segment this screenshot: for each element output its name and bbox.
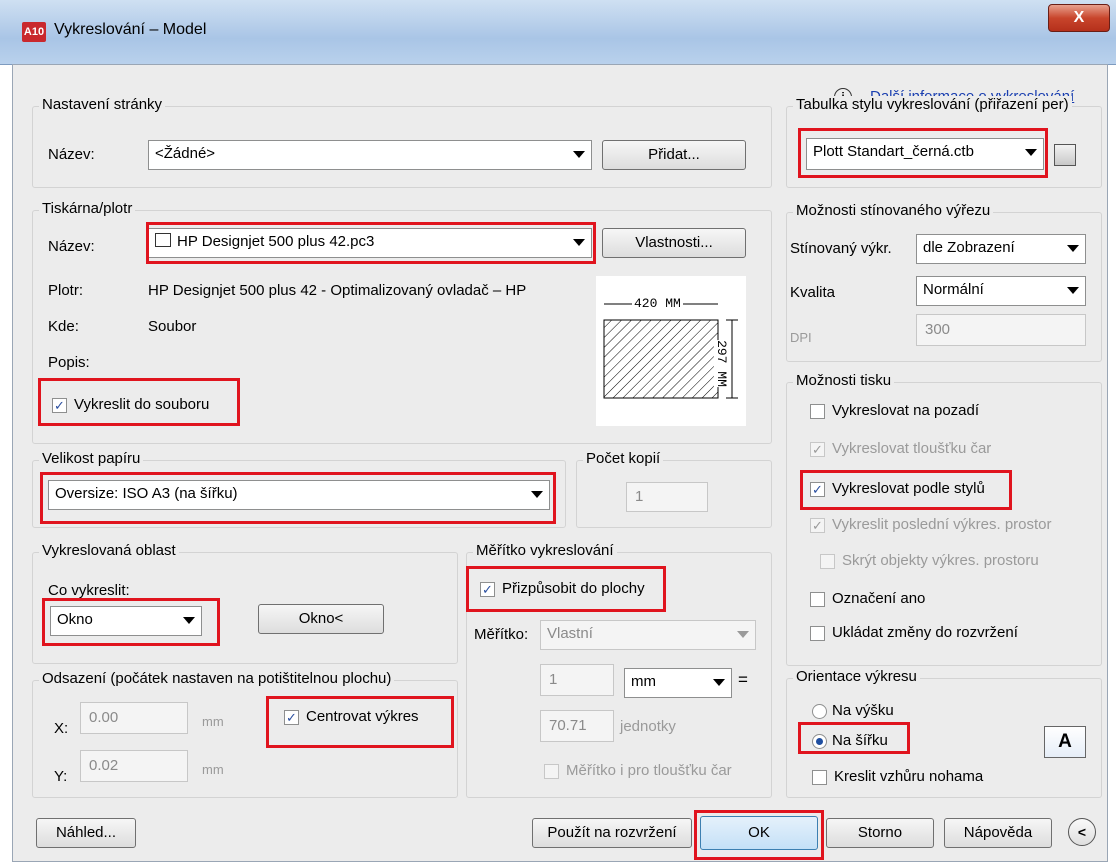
preview-height-label: 297 MM bbox=[713, 340, 729, 387]
orientation-label: Orientace výkresu bbox=[793, 668, 920, 685]
scale-value1-input[interactable]: 1 bbox=[540, 664, 614, 696]
hide-paperspace-objects-checkbox[interactable] bbox=[820, 554, 835, 569]
highlight-center-plot bbox=[266, 696, 454, 748]
units-label: jednotky bbox=[620, 718, 676, 735]
plot-option-label: Ukládat změny do rozvržení bbox=[832, 624, 1018, 641]
scale-lineweights-checkbox[interactable] bbox=[544, 764, 559, 779]
copies-label: Počet kopií bbox=[583, 450, 664, 467]
help-button[interactable]: Nápověda bbox=[944, 818, 1052, 848]
scale-value2-input[interactable]: 70.71 bbox=[540, 710, 614, 742]
chevron-down-icon bbox=[573, 151, 585, 158]
plot-option-label: Označení ano bbox=[832, 590, 926, 607]
scale-unit-select[interactable]: mm bbox=[624, 668, 732, 698]
offset-y-label: Y: bbox=[54, 768, 68, 785]
page-setup-label: Nastavení stránky bbox=[39, 96, 166, 113]
properties-button[interactable]: Vlastnosti... bbox=[602, 228, 746, 258]
plot-stamp-checkbox[interactable] bbox=[810, 592, 825, 607]
printer-label: Tiskárna/plotr bbox=[39, 200, 136, 217]
plotter-value: HP Designjet 500 plus 42 - Optimalizovan… bbox=[148, 282, 527, 299]
plot-scale-label: Měřítko vykreslování bbox=[473, 542, 617, 559]
highlight-plot-with-styles bbox=[800, 470, 1012, 510]
plot-background-checkbox[interactable] bbox=[810, 404, 825, 419]
plotter-label: Plotr: bbox=[48, 282, 84, 299]
what-to-plot-label: Co vykreslit: bbox=[48, 582, 130, 599]
upside-down-checkbox[interactable] bbox=[812, 770, 827, 785]
plot-option-label: Vykreslovat na pozadí bbox=[832, 402, 980, 419]
preview-button[interactable]: Náhled... bbox=[36, 818, 136, 848]
upside-down-label: Kreslit vzhůru nohama bbox=[834, 768, 984, 785]
close-button[interactable]: X bbox=[1048, 4, 1110, 32]
apply-to-layout-button[interactable]: Použít na rozvržení bbox=[532, 818, 692, 848]
quality-value: Normální bbox=[923, 281, 984, 298]
plot-option-label: Vykreslit poslední výkres. prostor bbox=[832, 516, 1052, 533]
quality-label: Kvalita bbox=[790, 284, 836, 301]
shade-plot-select[interactable]: dle Zobrazení bbox=[916, 234, 1086, 264]
shade-plot-label: Stínovaný výkr. bbox=[790, 240, 892, 257]
offset-x-input[interactable]: 0.00 bbox=[80, 702, 188, 734]
portrait-radio[interactable] bbox=[812, 704, 827, 719]
save-changes-to-layout-checkbox[interactable] bbox=[810, 626, 825, 641]
dpi-label: DPI bbox=[790, 330, 812, 345]
scale-unit-value: mm bbox=[631, 673, 656, 690]
highlight-plot-style bbox=[798, 128, 1048, 178]
shade-plot-value: dle Zobrazení bbox=[923, 239, 1015, 256]
scale-label: Měřítko: bbox=[474, 626, 529, 643]
offset-label: Odsazení (počátek nastaven na potištitel… bbox=[39, 670, 395, 687]
offset-y-input[interactable]: 0.02 bbox=[80, 750, 188, 782]
window-button[interactable]: Okno< bbox=[258, 604, 384, 634]
collapse-options-icon[interactable]: < bbox=[1068, 818, 1096, 846]
equals-sign: = bbox=[738, 670, 748, 689]
offset-x-unit: mm bbox=[202, 714, 224, 729]
plot-style-label: Tabulka stylu vykreslování (přiřazení pe… bbox=[793, 96, 1072, 113]
description-label: Popis: bbox=[48, 354, 90, 371]
edit-plot-style-icon[interactable] bbox=[1054, 144, 1076, 166]
highlight-fit-to-paper bbox=[466, 566, 666, 612]
plot-options-label: Možnosti tisku bbox=[793, 372, 895, 389]
app-icon: A10 bbox=[22, 22, 46, 42]
highlight-plot-to-file bbox=[38, 378, 240, 426]
plot-lineweights-checkbox[interactable]: ✓ bbox=[810, 442, 825, 457]
chevron-down-icon bbox=[1067, 287, 1079, 294]
offset-y-unit: mm bbox=[202, 762, 224, 777]
where-value: Soubor bbox=[148, 318, 197, 335]
highlight-printer-name bbox=[146, 222, 596, 264]
highlight-landscape bbox=[798, 722, 910, 754]
scale-value: Vlastní bbox=[547, 625, 593, 642]
scale-select[interactable]: Vlastní bbox=[540, 620, 756, 650]
highlight-ok-button bbox=[694, 810, 824, 860]
scale-lineweights-label: Měřítko i pro tloušťku čar bbox=[566, 762, 732, 779]
quality-select[interactable]: Normální bbox=[916, 276, 1086, 306]
highlight-what-to-plot bbox=[42, 598, 220, 646]
portrait-label: Na výšku bbox=[832, 702, 894, 719]
plot-option-label: Skrýt objekty výkres. prostoru bbox=[842, 552, 1039, 569]
chevron-down-icon bbox=[713, 679, 725, 686]
where-label: Kde: bbox=[48, 318, 79, 335]
chevron-down-icon bbox=[737, 631, 749, 638]
printer-name-label: Název: bbox=[48, 238, 95, 255]
orientation-preview-icon: A bbox=[1044, 726, 1086, 758]
page-setup-name-label: Název: bbox=[48, 146, 95, 163]
shaded-viewport-label: Možnosti stínovaného výřezu bbox=[793, 202, 994, 219]
chevron-down-icon bbox=[1067, 245, 1079, 252]
preview-width-label: 420 MM bbox=[632, 296, 683, 311]
page-setup-select[interactable]: <Žádné> bbox=[148, 140, 592, 170]
highlight-paper-size bbox=[40, 472, 556, 524]
offset-x-label: X: bbox=[54, 720, 69, 737]
cancel-button[interactable]: Storno bbox=[826, 818, 934, 848]
copies-input[interactable]: 1 bbox=[626, 482, 708, 512]
plot-option-label: Vykreslovat tloušťku čar bbox=[832, 440, 992, 457]
plot-area-label: Vykreslovaná oblast bbox=[39, 542, 179, 559]
plot-paperspace-last-checkbox[interactable]: ✓ bbox=[810, 518, 825, 533]
add-button[interactable]: Přidat... bbox=[602, 140, 746, 170]
page-setup-value: <Žádné> bbox=[155, 145, 216, 162]
dpi-input[interactable]: 300 bbox=[916, 314, 1086, 346]
paper-size-label: Velikost papíru bbox=[39, 450, 144, 467]
window-title: Vykreslování – Model bbox=[54, 21, 207, 38]
